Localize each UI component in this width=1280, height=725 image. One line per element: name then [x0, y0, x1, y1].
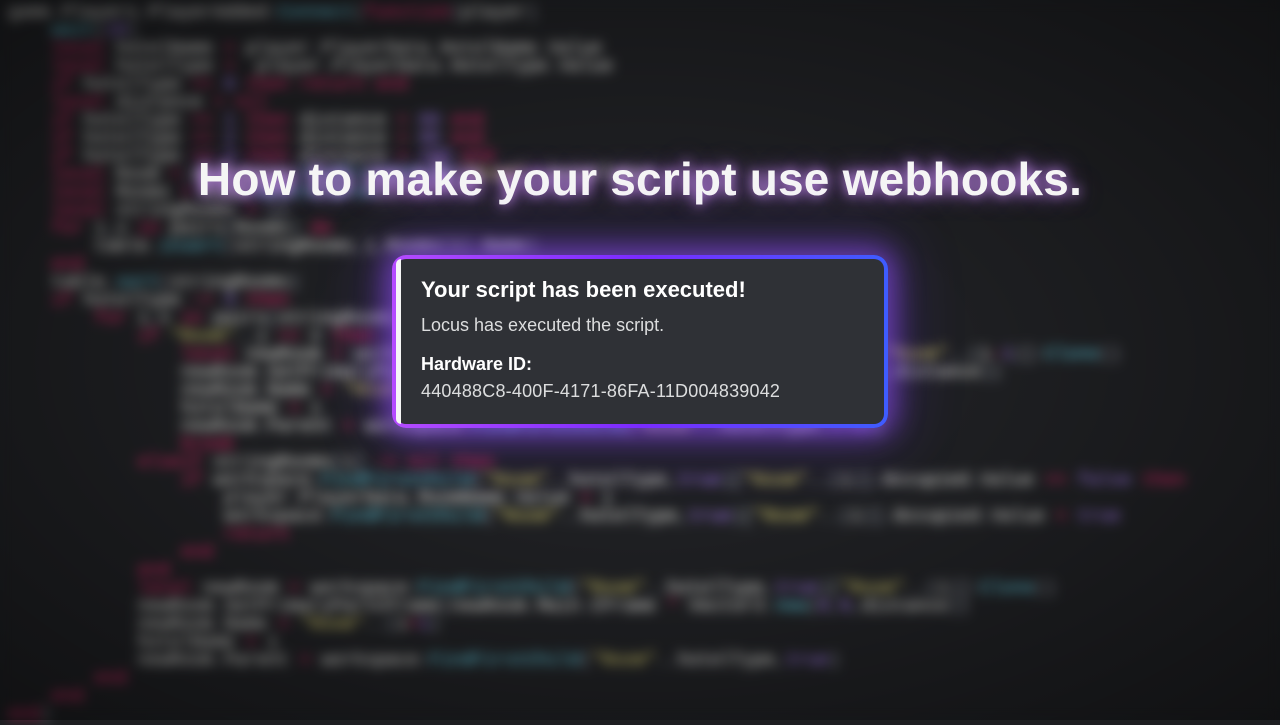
discord-embed-card: Your script has been executed! Locus has… [392, 255, 888, 428]
embed-description: Locus has executed the script. [421, 315, 862, 336]
embed-field-name: Hardware ID: [421, 354, 862, 375]
embed-field-value: 440488C8-400F-4171-86FA-11D004839042 [421, 381, 862, 402]
headline-text: How to make your script use webhooks. [0, 152, 1280, 206]
embed-title: Your script has been executed! [421, 277, 862, 303]
